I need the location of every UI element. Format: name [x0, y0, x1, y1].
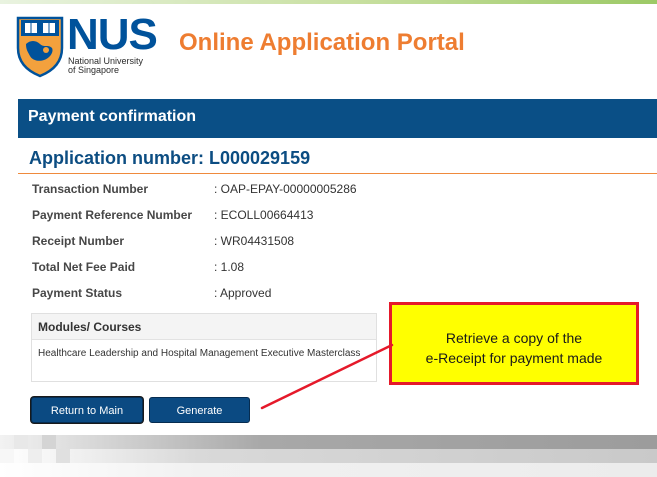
portal-title: Online Application Portal: [179, 29, 465, 56]
detail-value: : 1.08: [214, 260, 245, 274]
modules-header: Modules/ Courses: [32, 314, 376, 340]
detail-label: Payment Status: [32, 286, 123, 300]
page-header: NUS National University of Singapore Onl…: [0, 4, 657, 90]
detail-row-payment-reference-number: Payment Reference Number : ECOLL00664413: [32, 208, 632, 226]
banner-title: Payment confirmation: [28, 108, 197, 125]
generate-ereceipt-button[interactable]: Generate eReceipt: [149, 397, 250, 441]
callout-line1: Retrieve a copy of the: [445, 330, 583, 346]
detail-row-total-net-fee-paid: Total Net Fee Paid : 1.08: [32, 260, 632, 278]
logo-wordmark: NUS: [67, 10, 158, 59]
detail-label: Receipt Number: [32, 234, 125, 248]
logo-subtitle-line2: of Singapore: [68, 65, 120, 75]
application-number-heading: Application number: L000029159: [29, 148, 311, 168]
annotation-callout: Retrieve a copy of the e-Receipt for pay…: [389, 302, 639, 385]
bottom-fade: [0, 435, 657, 477]
detail-value: : ECOLL00664413: [214, 208, 314, 222]
detail-row-transaction-number: Transaction Number : OAP-EPAY-0000000528…: [32, 182, 632, 200]
detail-label: Transaction Number: [32, 182, 149, 196]
return-to-main-page-button[interactable]: Return to Main Page: [31, 397, 143, 441]
detail-value: : WR04431508: [214, 234, 295, 248]
nus-logo: NUS National University of Singapore: [16, 10, 158, 80]
detail-label: Payment Reference Number: [32, 208, 193, 222]
nus-crest-icon: [16, 16, 64, 78]
modules-courses-panel: Modules/ Courses Healthcare Leadership a…: [31, 313, 377, 382]
page-banner: Payment confirmation: [18, 99, 657, 138]
callout-line2: e-Receipt for payment made: [425, 350, 603, 366]
heading-divider: [18, 173, 657, 174]
detail-value: : OAP-EPAY-00000005286: [214, 182, 357, 196]
detail-value: : Approved: [214, 286, 272, 300]
modules-header-label: Modules/ Courses: [38, 320, 142, 334]
detail-row-receipt-number: Receipt Number : WR04431508: [32, 234, 632, 252]
detail-label: Total Net Fee Paid: [32, 260, 136, 274]
module-item: Healthcare Leadership and Hospital Manag…: [38, 348, 361, 359]
